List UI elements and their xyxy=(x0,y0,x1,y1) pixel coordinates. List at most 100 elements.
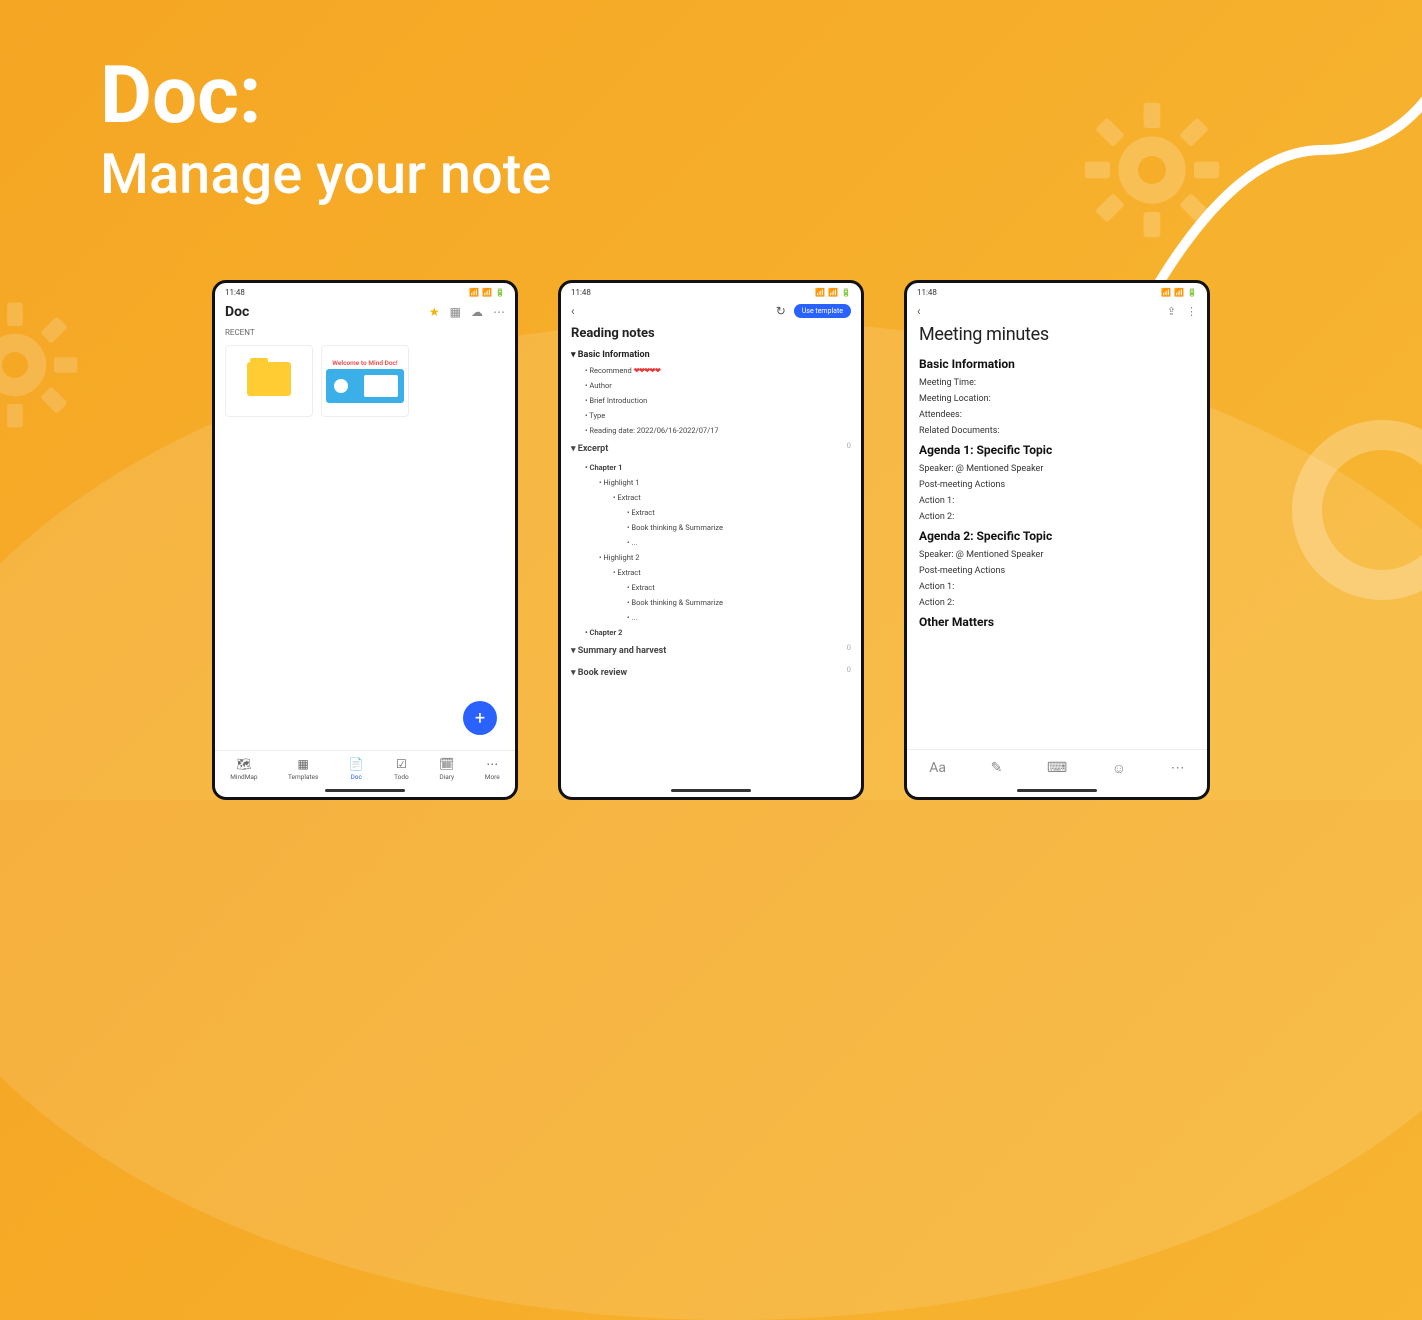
section-label: RECENT xyxy=(215,326,515,339)
cloud-icon[interactable]: ☁ xyxy=(471,305,483,319)
nav-label: More xyxy=(485,773,500,781)
outline-item[interactable]: • Book thinking & Summarize xyxy=(571,520,851,535)
meeting-line[interactable]: Attendees: xyxy=(919,407,1195,423)
nav-diary[interactable]: 🗓 Diary xyxy=(439,757,454,781)
outline-item[interactable]: • Brief Introduction xyxy=(571,393,851,408)
folder-card[interactable] xyxy=(225,345,313,417)
statusbar: 11:48 📶📶🔋 xyxy=(907,283,1207,300)
meeting-line[interactable]: Action 2: xyxy=(919,509,1195,525)
toolbar-button[interactable]: ☺ xyxy=(1112,760,1126,777)
note-title: Reading notes xyxy=(571,324,851,347)
nav-label: Diary xyxy=(439,773,454,781)
meeting-line[interactable]: Post-meeting Actions xyxy=(919,477,1195,493)
grid-icon[interactable]: ▦ xyxy=(450,305,461,319)
outline-item[interactable]: • Type xyxy=(571,408,851,423)
editor-toolbar: Aa ✎ ⌨ ☺ ⋯ xyxy=(907,749,1207,789)
bottom-nav: 🗺MindMap ▦ Templates 📄Doc ☑Todo 🗓 Diary ⋯ More xyxy=(215,750,515,789)
outline-count: 0 xyxy=(847,643,851,659)
diary-icon: 🗓 xyxy=(439,757,454,771)
meeting-line[interactable]: Post-meeting Actions xyxy=(919,563,1195,579)
outline-item[interactable]: • ... xyxy=(571,610,851,625)
outline-item[interactable]: • Extract xyxy=(571,505,851,520)
more-icon: ⋯ xyxy=(486,757,498,771)
outline-item[interactable]: • Recommend ❤❤❤❤❤ xyxy=(571,363,851,378)
toolbar-button[interactable]: ✎ xyxy=(991,760,1003,777)
meeting-header: ‹ ⇪ ⋮ xyxy=(907,300,1207,322)
gesture-bar xyxy=(671,789,751,792)
outline-item[interactable]: • Extract xyxy=(571,490,851,505)
statusbar: 11:48 📶📶🔋 xyxy=(561,283,861,300)
outline-count: 0 xyxy=(847,665,851,681)
hero-block: Doc: Manage your note xyxy=(100,55,551,207)
welcome-card[interactable]: Welcome to Mind Doc! xyxy=(321,345,409,417)
toolbar-button[interactable]: ⌨ xyxy=(1047,760,1067,777)
nav-todo[interactable]: ☑Todo xyxy=(394,757,409,781)
phone-reading-notes: 11:48 📶📶🔋 ‹ ↻ Use template Reading notes… xyxy=(558,280,864,800)
toolbar-button[interactable]: Aa xyxy=(929,760,946,777)
note-header: ‹ ↻ Use template xyxy=(561,300,861,324)
phone-doc-list: 11:48 📶📶🔋 Doc ★ ▦ ☁ ⋯ RECENT Welcome to … xyxy=(212,280,518,800)
use-template-button[interactable]: Use template xyxy=(794,304,851,318)
meeting-line[interactable]: Meeting Time: xyxy=(919,375,1195,391)
outline-count: 0 xyxy=(847,441,851,457)
meeting-line[interactable]: Related Documents: xyxy=(919,423,1195,439)
star-icon[interactable]: ★ xyxy=(429,305,440,319)
nav-label: MindMap xyxy=(230,773,257,781)
doc-title: Doc xyxy=(225,304,419,320)
outline-item[interactable]: • Author xyxy=(571,378,851,393)
meeting-line[interactable]: Action 1: xyxy=(919,493,1195,509)
folder-icon xyxy=(247,362,291,396)
share-icon[interactable]: ⇪ xyxy=(1167,305,1176,318)
outline-heading[interactable]: ▾ Summary and harvest xyxy=(571,643,666,659)
status-icons: 📶📶🔋 xyxy=(466,288,505,297)
toolbar-button[interactable]: ⋯ xyxy=(1171,760,1185,777)
templates-icon: ▦ xyxy=(297,757,308,771)
outline-item[interactable]: • Chapter 1 xyxy=(571,460,851,475)
back-icon[interactable]: ‹ xyxy=(917,304,921,318)
hero-subtitle: Manage your note xyxy=(100,141,551,207)
meeting-title: Meeting minutes xyxy=(919,322,1195,353)
meeting-heading: Other Matters xyxy=(919,611,1195,633)
outline-heading[interactable]: ▾ Excerpt xyxy=(571,441,608,457)
status-time: 11:48 xyxy=(917,288,937,297)
nav-label: Templates xyxy=(288,773,318,781)
doc-header: Doc ★ ▦ ☁ ⋯ xyxy=(215,300,515,326)
outline-item[interactable]: • Extract xyxy=(571,580,851,595)
meeting-line[interactable]: Speaker: @ Mentioned Speaker xyxy=(919,461,1195,477)
add-fab[interactable]: + xyxy=(463,701,497,735)
outline-item[interactable]: • Highlight 1 xyxy=(571,475,851,490)
note-body: Reading notes ▾ Basic Information• Recom… xyxy=(561,324,861,684)
nav-more[interactable]: ⋯ More xyxy=(485,757,500,781)
meeting-line[interactable]: Action 1: xyxy=(919,579,1195,595)
todo-icon: ☑ xyxy=(396,757,407,771)
outline-heading[interactable]: ▾ Book review xyxy=(571,665,627,681)
status-icons: 📶📶🔋 xyxy=(812,288,851,297)
meeting-line[interactable]: Action 2: xyxy=(919,595,1195,611)
more-icon[interactable]: ⋮ xyxy=(1186,305,1197,318)
history-icon[interactable]: ↻ xyxy=(776,304,786,318)
gesture-bar xyxy=(325,789,405,792)
doc-grid: Welcome to Mind Doc! xyxy=(215,339,515,423)
meeting-line[interactable]: Speaker: @ Mentioned Speaker xyxy=(919,547,1195,563)
outline-item[interactable]: • Extract xyxy=(571,565,851,580)
outline-item[interactable]: • Reading date: 2022/06/16-2022/07/17 xyxy=(571,423,851,438)
hero-title: Doc: xyxy=(100,55,551,135)
outline-item[interactable]: • Chapter 2 xyxy=(571,625,851,640)
outline-heading[interactable]: ▾ Basic Information xyxy=(571,347,851,363)
meeting-line[interactable]: Meeting Location: xyxy=(919,391,1195,407)
statusbar: 11:48 📶📶🔋 xyxy=(215,283,515,300)
nav-doc[interactable]: 📄Doc xyxy=(349,757,364,781)
outline-item[interactable]: • Highlight 2 xyxy=(571,550,851,565)
meeting-heading: Basic Information xyxy=(919,353,1195,375)
nav-templates[interactable]: ▦ Templates xyxy=(288,757,318,781)
welcome-card-body xyxy=(326,369,404,403)
welcome-card-title: Welcome to Mind Doc! xyxy=(332,359,397,367)
more-icon[interactable]: ⋯ xyxy=(493,305,505,319)
meeting-heading: Agenda 2: Specific Topic xyxy=(919,525,1195,547)
status-time: 11:48 xyxy=(225,288,245,297)
nav-mindmap[interactable]: 🗺MindMap xyxy=(230,757,257,781)
outline-item[interactable]: • Book thinking & Summarize xyxy=(571,595,851,610)
outline-item[interactable]: • ... xyxy=(571,535,851,550)
meeting-heading: Agenda 1: Specific Topic xyxy=(919,439,1195,461)
back-icon[interactable]: ‹ xyxy=(571,304,575,318)
